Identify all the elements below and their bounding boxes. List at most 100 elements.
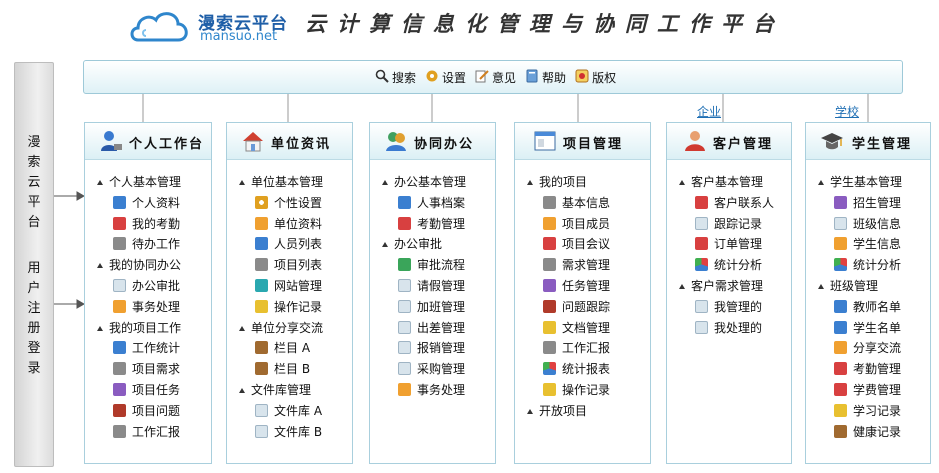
toolbar-label: 帮助 [542, 71, 567, 85]
menu-item[interactable]: 健康记录 [806, 422, 930, 443]
menu-section[interactable]: 班级管理 [806, 276, 930, 297]
menu-item[interactable]: 文件库 A [227, 401, 352, 422]
menu-label: 开放项目 [539, 403, 588, 418]
menu-item[interactable]: 我处理的 [667, 318, 791, 339]
menu-item[interactable]: 跟踪记录 [667, 214, 791, 235]
menu-item[interactable]: 项目需求 [85, 359, 211, 380]
menu-item-icon [113, 299, 126, 313]
menu-item[interactable]: 个人资料 [85, 193, 211, 214]
menu-section[interactable]: 办公基本管理 [370, 172, 495, 193]
menu-item[interactable]: 项目任务 [85, 380, 211, 401]
menu-item[interactable]: 统计报表 [515, 359, 650, 380]
menu-item[interactable]: 订单管理 [667, 234, 791, 255]
menu-item[interactable]: 事务处理 [85, 297, 211, 318]
menu-item[interactable]: 人员列表 [227, 234, 352, 255]
menu-section[interactable]: 学生基本管理 [806, 172, 930, 193]
menu-item[interactable]: 单位资料 [227, 214, 352, 235]
menu-item[interactable]: 问题跟踪 [515, 297, 650, 318]
menu-item[interactable]: 工作汇报 [515, 338, 650, 359]
menu-item-icon [834, 341, 847, 355]
toolbar-search-button[interactable]: 搜索 [375, 69, 416, 86]
menu-label: 操作记录 [274, 299, 323, 314]
menu-item[interactable]: 请假管理 [370, 276, 495, 297]
menu-item[interactable]: 文档管理 [515, 318, 650, 339]
menu-item[interactable]: 操作记录 [515, 380, 650, 401]
menu-label: 我的项目工作 [109, 320, 182, 335]
menu-label: 学生名单 [853, 320, 902, 335]
module-header[interactable]: 学生管理 [806, 123, 930, 160]
menu-item[interactable]: 人事档案 [370, 193, 495, 214]
menu-item[interactable]: 考勤管理 [370, 214, 495, 235]
menu-item[interactable]: 学生名单 [806, 318, 930, 339]
menu-item-icon [255, 299, 268, 313]
logo[interactable]: 漫索云平台 mansuo.net [128, 4, 288, 48]
menu-item[interactable]: 考勤管理 [806, 359, 930, 380]
menu-section[interactable]: 单位基本管理 [227, 172, 352, 193]
menu-item[interactable]: 统计分析 [667, 255, 791, 276]
menu-item[interactable]: 报销管理 [370, 338, 495, 359]
register-login-link[interactable]: 用户注册登录 [15, 259, 53, 379]
menu-item-icon [543, 320, 556, 334]
menu-item[interactable]: 项目成员 [515, 214, 650, 235]
module-title: 个人工作台 [129, 137, 205, 152]
module-header[interactable]: 协同办公 [370, 123, 495, 160]
module-header[interactable]: 项目管理 [515, 123, 650, 160]
menu-item[interactable]: 需求管理 [515, 255, 650, 276]
module-header[interactable]: 客户管理 [667, 123, 791, 160]
enterprise-tag[interactable]: 企业 [697, 103, 721, 120]
menu-item[interactable]: 网站管理 [227, 276, 352, 297]
menu-item[interactable]: 项目列表 [227, 255, 352, 276]
menu-item[interactable]: 基本信息 [515, 193, 650, 214]
menu-item[interactable]: 班级信息 [806, 214, 930, 235]
menu-item[interactable]: 我的考勤 [85, 214, 211, 235]
module-header[interactable]: 个人工作台 [85, 123, 211, 160]
menu-item[interactable]: 出差管理 [370, 318, 495, 339]
menu-item[interactable]: 操作记录 [227, 297, 352, 318]
menu-section[interactable]: 办公审批 [370, 234, 495, 255]
menu-item-icon [398, 362, 411, 376]
menu-section[interactable]: 客户基本管理 [667, 172, 791, 193]
menu-item[interactable]: 工作统计 [85, 338, 211, 359]
menu-item[interactable]: 统计分析 [806, 255, 930, 276]
school-tag[interactable]: 学校 [835, 103, 859, 120]
menu-label: 需求管理 [562, 258, 611, 273]
menu-item[interactable]: 采购管理 [370, 359, 495, 380]
menu-item[interactable]: 项目会议 [515, 234, 650, 255]
menu-item[interactable]: 我管理的 [667, 297, 791, 318]
menu-item[interactable]: 审批流程 [370, 255, 495, 276]
toolbar-pencil-button[interactable]: 意见 [475, 69, 516, 86]
menu-section[interactable]: 文件库管理 [227, 380, 352, 401]
menu-item[interactable]: 栏目 A [227, 338, 352, 359]
menu-item[interactable]: 加班管理 [370, 297, 495, 318]
menu-item[interactable]: 事务处理 [370, 380, 495, 401]
menu-section[interactable]: 开放项目 [515, 401, 650, 422]
toolbar-gear-button[interactable]: 设置 [425, 69, 466, 86]
menu-item[interactable]: 学生信息 [806, 234, 930, 255]
menu-section[interactable]: 个人基本管理 [85, 172, 211, 193]
toolbar-help-button[interactable]: 帮助 [525, 69, 566, 86]
menu-item[interactable]: 工作汇报 [85, 422, 211, 443]
toolbar-copyright-button[interactable]: 版权 [575, 69, 616, 86]
menu-item[interactable]: 分享交流 [806, 338, 930, 359]
menu-item[interactable]: 教师名单 [806, 297, 930, 318]
expand-triangle-icon [679, 180, 685, 185]
menu-section[interactable]: 我的项目 [515, 172, 650, 193]
menu-item[interactable]: 栏目 B [227, 359, 352, 380]
menu-item[interactable]: 客户联系人 [667, 193, 791, 214]
menu-item[interactable]: 招生管理 [806, 193, 930, 214]
menu-item[interactable]: 办公审批 [85, 276, 211, 297]
menu-item[interactable]: 任务管理 [515, 276, 650, 297]
menu-section[interactable]: 客户需求管理 [667, 276, 791, 297]
module-header[interactable]: 单位资讯 [227, 123, 352, 160]
menu-item[interactable]: 学费管理 [806, 380, 930, 401]
menu-item[interactable]: 文件库 B [227, 422, 352, 443]
menu-section[interactable]: 我的协同办公 [85, 255, 211, 276]
menu-section[interactable]: 我的项目工作 [85, 318, 211, 339]
expand-triangle-icon [239, 387, 245, 393]
menu-item[interactable]: 项目问题 [85, 401, 211, 422]
menu-item[interactable]: 学习记录 [806, 401, 930, 422]
menu-section[interactable]: 单位分享交流 [227, 318, 352, 339]
menu-item-icon [113, 195, 126, 209]
menu-item[interactable]: 个性设置 [227, 193, 352, 214]
menu-item[interactable]: 待办工作 [85, 234, 211, 255]
